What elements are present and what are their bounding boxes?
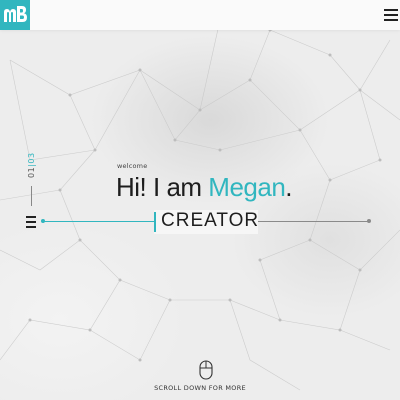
slide-separator: | [27, 163, 36, 167]
list-icon[interactable] [26, 214, 38, 230]
welcome-label: welcome [117, 162, 148, 170]
mouse-icon[interactable] [199, 360, 213, 380]
slide-current: 01 [27, 166, 36, 178]
role-line-left-dot [41, 219, 45, 223]
counter-divider [31, 186, 32, 206]
hero-role: CREATOR [161, 210, 260, 231]
logo-mark-icon [4, 6, 27, 22]
hero-punctuation: . [285, 172, 293, 202]
role-line-right [258, 221, 368, 222]
hero-greeting: Hi! I am [116, 172, 209, 202]
slide-total: 03 [27, 152, 36, 164]
hero-headline: Hi! I am Megan. [116, 172, 293, 203]
role-line-left [42, 221, 154, 222]
hamburger-icon[interactable] [382, 6, 400, 24]
role-cursor-bar [154, 212, 156, 232]
logo[interactable]: MB [0, 0, 30, 30]
role-line-right-dot [367, 219, 371, 223]
hero-name: Megan [208, 172, 286, 202]
top-bar: MB [0, 0, 400, 30]
slide-counter: 01|03 [27, 152, 37, 208]
scroll-down-link[interactable]: SCROLL DOWN FOR MORE [0, 384, 400, 392]
